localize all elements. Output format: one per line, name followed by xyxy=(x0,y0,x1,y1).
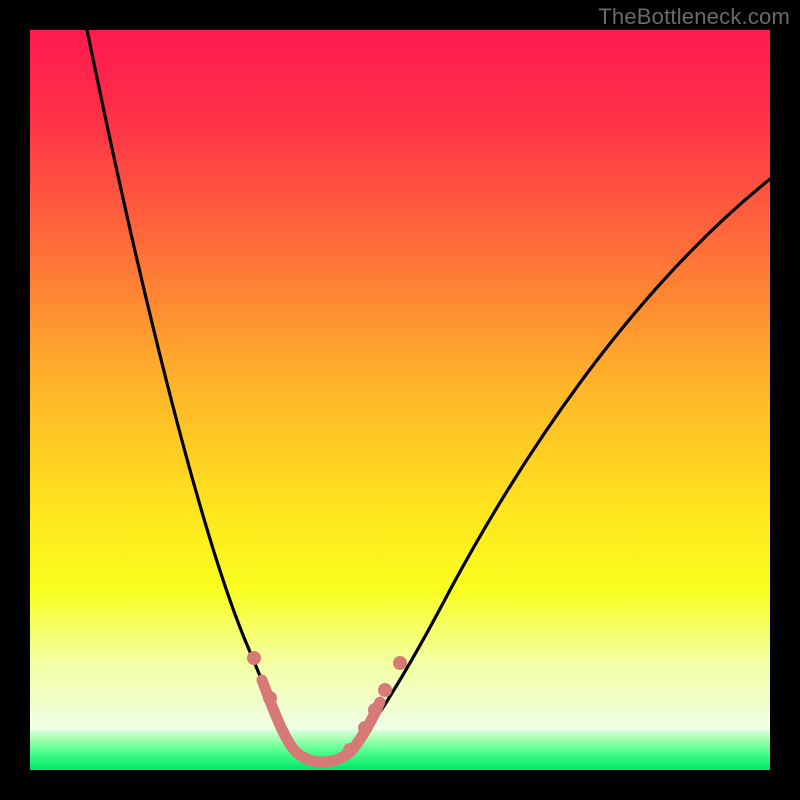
marker-dot xyxy=(393,656,407,670)
bottleneck-curve xyxy=(30,30,770,770)
curve-path xyxy=(85,30,770,761)
marker-dot xyxy=(358,721,372,735)
marker-dot xyxy=(247,651,261,665)
chart-frame: TheBottleneck.com xyxy=(0,0,800,800)
marker-dot xyxy=(343,743,357,757)
marker-dot xyxy=(263,691,277,705)
plot-area xyxy=(30,30,770,770)
marker-dot xyxy=(378,683,392,697)
marker-dot xyxy=(368,703,382,717)
highlight-segment xyxy=(262,680,380,762)
watermark-text: TheBottleneck.com xyxy=(598,4,790,30)
